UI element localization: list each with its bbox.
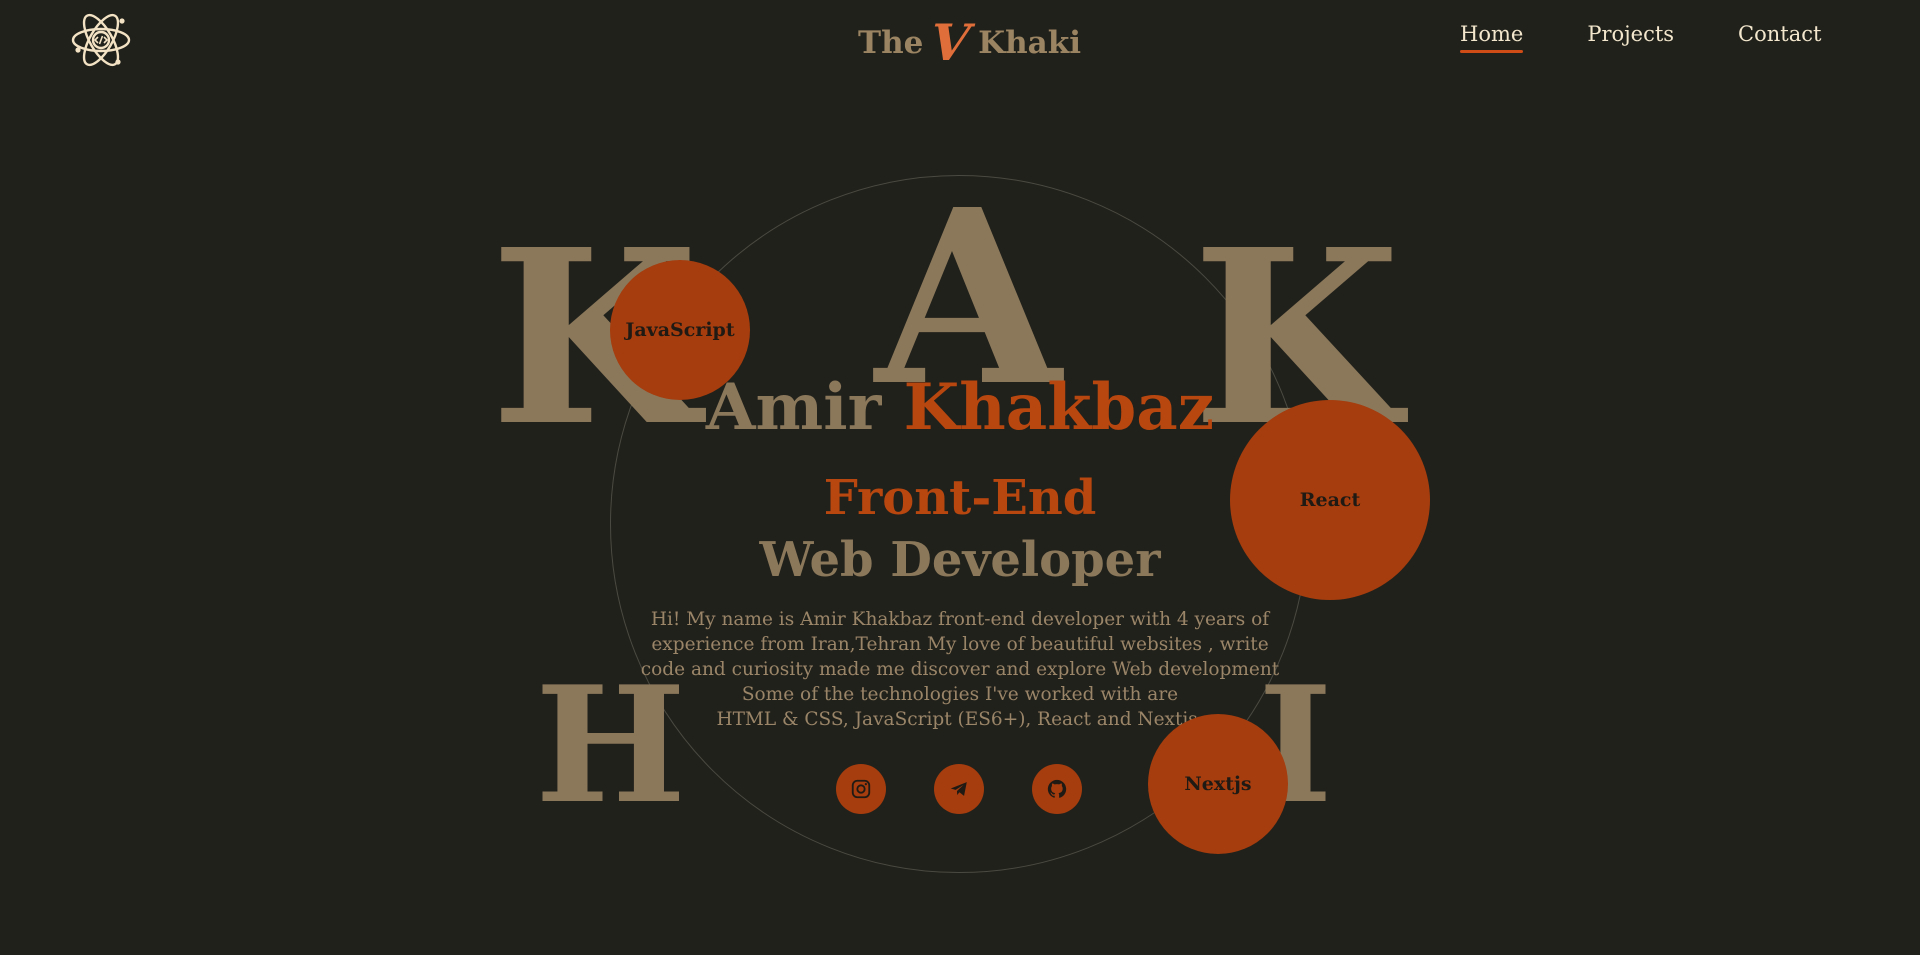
skill-bubble-react[interactable]: React xyxy=(1230,400,1430,600)
nav-home[interactable]: Home xyxy=(1460,22,1524,53)
brand-the: The xyxy=(858,25,924,61)
role-web-developer: Web Developer xyxy=(759,532,1161,588)
brand-khaki: Khaki xyxy=(978,25,1081,61)
github-icon xyxy=(1047,779,1067,798)
bio-line: Hi! My name is Amir Khakbaz front-end de… xyxy=(650,609,1270,630)
nav-contact[interactable]: Contact xyxy=(1738,22,1821,46)
github-button[interactable] xyxy=(1032,764,1082,814)
bio-line: experience from Iran,Tehran My love of b… xyxy=(651,634,1269,655)
last-name: Khakbaz xyxy=(903,370,1215,445)
brand-v-mark: V xyxy=(929,13,973,72)
skill-bubble-nextjs[interactable]: Nextjs xyxy=(1148,714,1288,854)
main-nav: Home Projects Contact xyxy=(1460,22,1821,53)
hero-name: Amir Khakbaz xyxy=(0,370,1920,445)
page: The V Khaki Home Projects Contact K A K … xyxy=(0,0,1920,955)
skill-bubble-javascript[interactable]: JavaScript xyxy=(610,260,750,400)
instagram-icon xyxy=(851,779,871,799)
bio-line: Some of the technologies I've worked wit… xyxy=(741,684,1179,705)
atom-logo-icon[interactable] xyxy=(70,8,132,72)
telegram-icon xyxy=(950,782,967,796)
social-links xyxy=(836,764,1082,814)
role-front-end: Front-End xyxy=(823,470,1097,526)
telegram-button[interactable] xyxy=(934,764,984,814)
bio-line: code and curiosity made me discover and … xyxy=(640,659,1280,680)
bio-paragraph: Hi! My name is Amir Khakbaz front-end de… xyxy=(640,607,1280,732)
instagram-button[interactable] xyxy=(836,764,886,814)
brand-logo[interactable]: The V Khaki xyxy=(858,10,1081,72)
nav-projects[interactable]: Projects xyxy=(1587,22,1674,46)
first-name: Amir xyxy=(705,370,882,445)
